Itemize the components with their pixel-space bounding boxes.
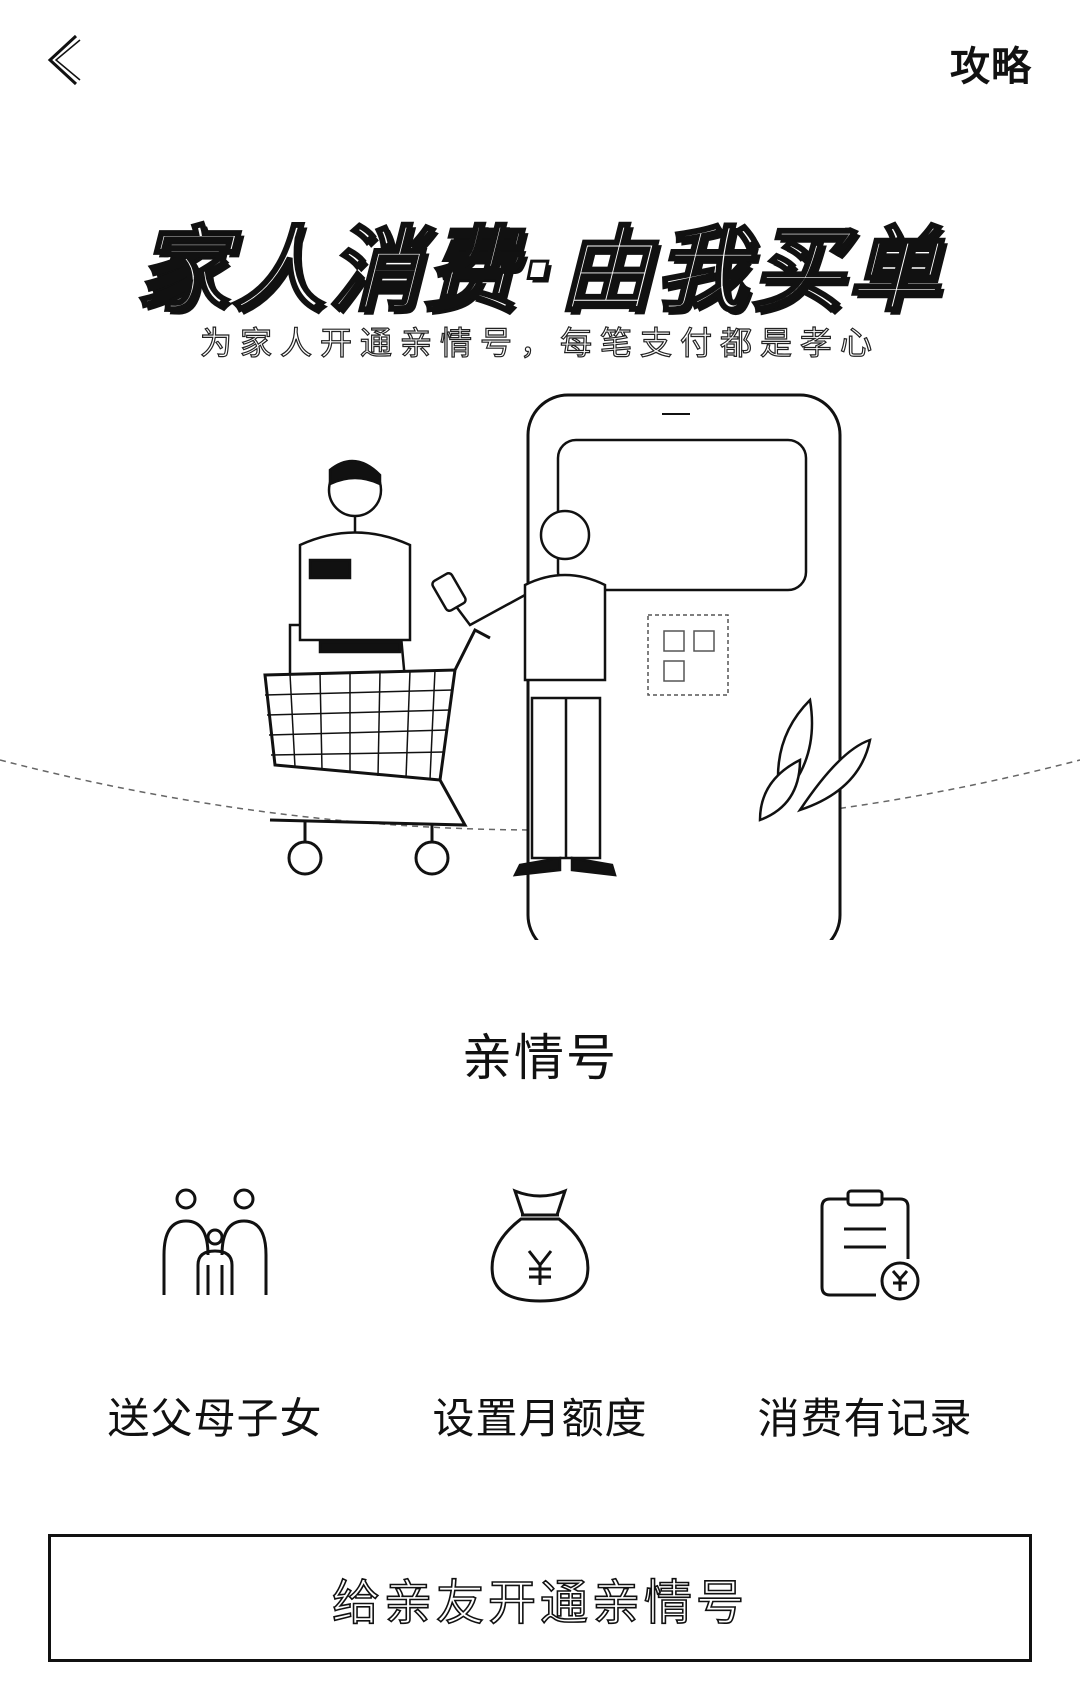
family-icon xyxy=(162,1188,268,1295)
feature-item-quota: 设置月额度 xyxy=(380,1185,700,1446)
cta-label: 给亲友开通亲情号 xyxy=(331,1574,748,1632)
hero-title: 家人消费·由我买单 xyxy=(135,216,944,326)
feature-item-records: 消费有记录 xyxy=(705,1185,1025,1446)
feature-list: 送父母子女 设置月额度 消费有记录 xyxy=(0,1185,1080,1445)
back-button[interactable] xyxy=(36,28,100,92)
open-family-account-button[interactable]: 给亲友开通亲情号 xyxy=(48,1534,1032,1662)
chevron-left-icon xyxy=(47,34,81,86)
feature-label: 消费有记录 xyxy=(757,1394,973,1443)
top-bar: 攻略 xyxy=(0,0,1080,120)
product-name: 亲情号 xyxy=(462,1029,618,1087)
money-bag-icon xyxy=(490,1188,590,1303)
hero-subtitle: 为家人开通亲情号，每笔支付都是孝心 xyxy=(199,323,880,362)
feature-item-family: 送父母子女 xyxy=(55,1185,375,1446)
feature-label: 送父母子女 xyxy=(107,1394,323,1443)
receipt-record-icon xyxy=(820,1189,920,1301)
guide-link[interactable]: 攻略 xyxy=(950,34,1032,92)
shopping-illustration xyxy=(0,393,1080,940)
feature-label: 设置月额度 xyxy=(432,1394,648,1443)
